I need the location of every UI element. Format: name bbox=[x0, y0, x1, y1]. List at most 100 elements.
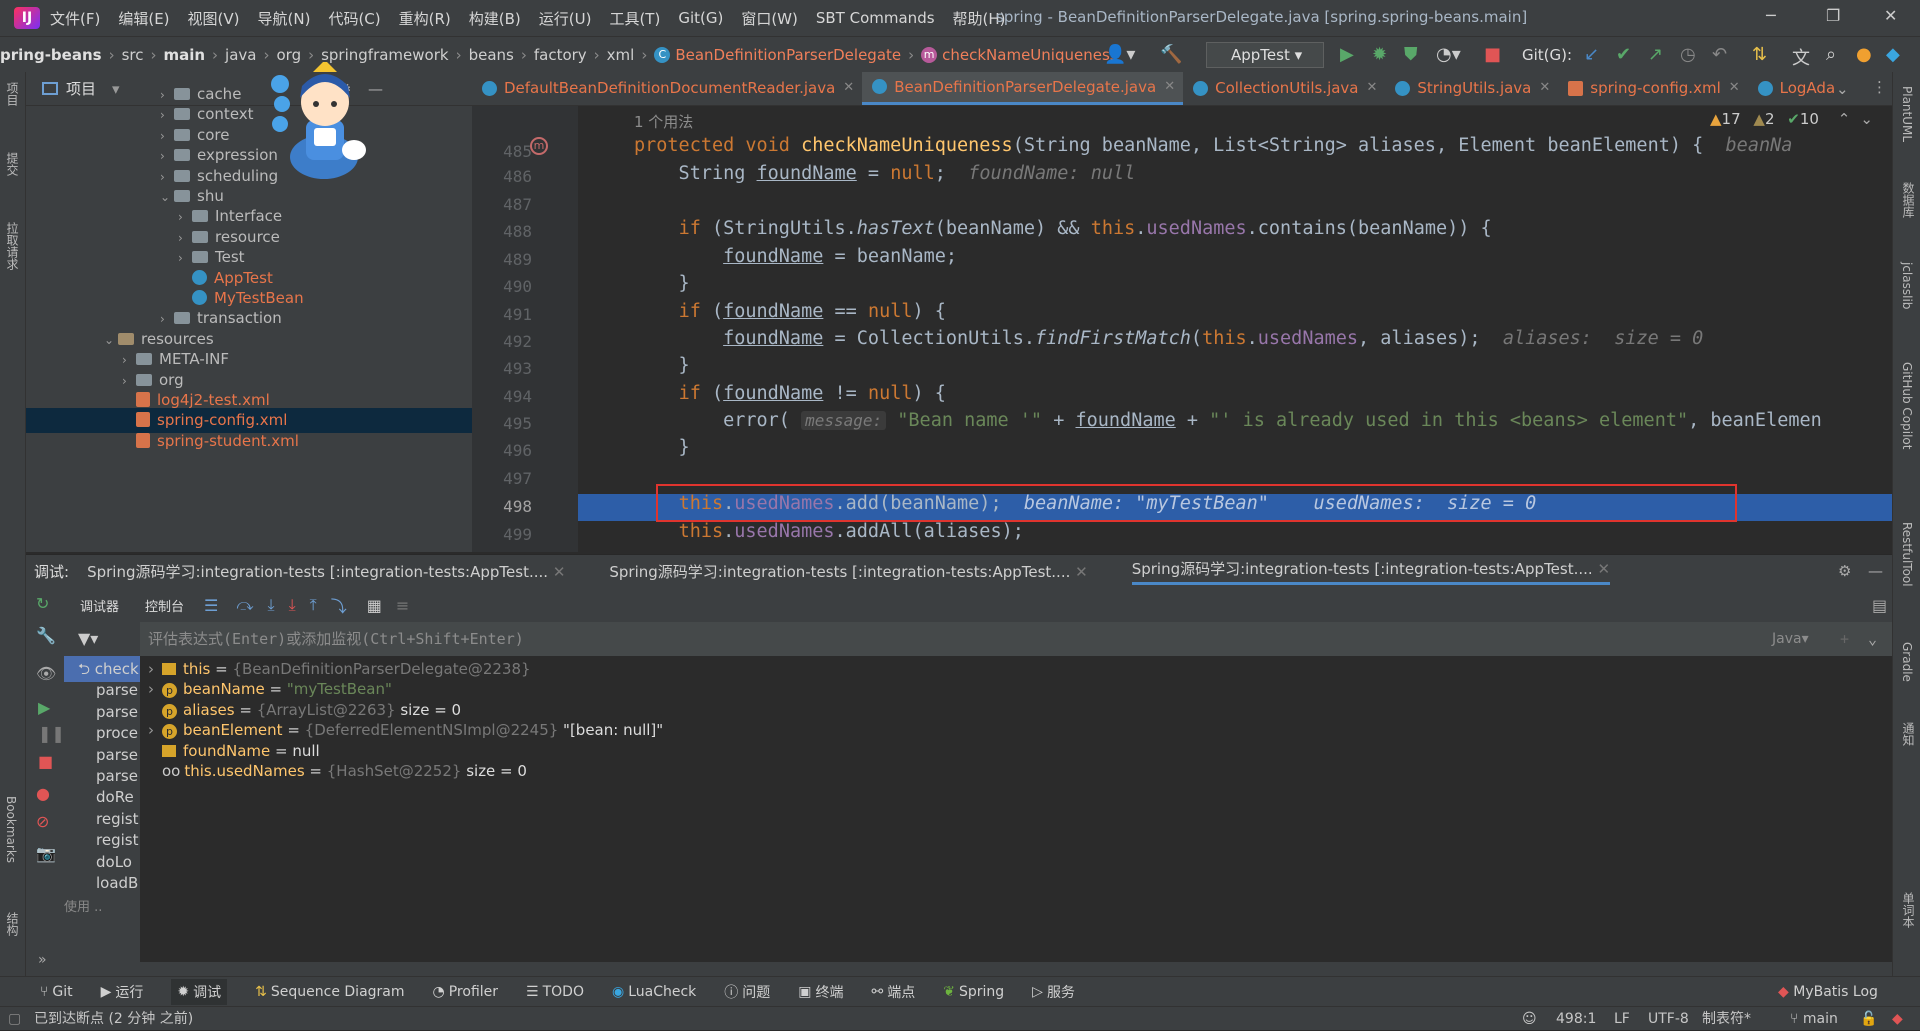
tool-debug[interactable]: ✹ 调试 bbox=[171, 978, 228, 1005]
line-number[interactable]: 487 bbox=[472, 195, 532, 214]
debug-settings-icon[interactable]: ⚙ bbox=[1838, 562, 1851, 580]
crumb-class[interactable]: BeanDefinitionParserDelegate bbox=[675, 46, 901, 64]
usages-hint[interactable]: 1 个用法 bbox=[634, 111, 693, 132]
wrench-icon[interactable]: 🔧 bbox=[36, 626, 56, 645]
view-breakpoints-icon[interactable]: ● bbox=[36, 784, 50, 803]
resume-icon[interactable]: ▶ bbox=[38, 698, 50, 717]
tree-row-spring-student-xml[interactable]: spring-student.xml bbox=[26, 429, 472, 454]
watch-eye-icon[interactable]: 👁 bbox=[36, 664, 56, 683]
debug-hide-icon[interactable]: — bbox=[1868, 562, 1883, 580]
tool-services[interactable]: ▷ 服务 bbox=[1032, 982, 1075, 1002]
line-number[interactable]: 493 bbox=[472, 359, 532, 378]
frames-menu-icon[interactable]: ☰ bbox=[204, 596, 218, 615]
menu-sbt[interactable]: SBT Commands bbox=[816, 9, 935, 27]
menu-navigate[interactable]: 导航(N) bbox=[258, 8, 311, 29]
tab-list-chevron-icon[interactable]: ⌄ bbox=[1836, 80, 1849, 98]
close-tab-icon[interactable]: ✕ bbox=[1539, 72, 1550, 105]
toolbox-icon[interactable]: ◆ bbox=[1886, 44, 1900, 65]
caret-position[interactable]: 498:1 bbox=[1556, 1007, 1596, 1031]
run-icon[interactable]: ▶ bbox=[1340, 44, 1354, 65]
crumb-springframework[interactable]: springframework bbox=[321, 46, 448, 64]
line-number[interactable]: 488 bbox=[472, 222, 532, 241]
line-number[interactable]: 486 bbox=[472, 167, 532, 186]
menu-tools[interactable]: 工具(T) bbox=[609, 8, 660, 29]
tab-bean-definition-parser-delegate[interactable]: BeanDefinitionParserDelegate.java ✕ bbox=[862, 72, 1184, 105]
crumb-factory[interactable]: factory bbox=[534, 46, 587, 64]
git-push-icon[interactable]: ↗ bbox=[1648, 44, 1663, 65]
crumb-method[interactable]: checkNameUniqueness bbox=[942, 46, 1117, 64]
rerun-icon[interactable]: ↻ bbox=[36, 594, 49, 613]
copilot-status-icon[interactable]: ☺ bbox=[1522, 1007, 1537, 1031]
line-number[interactable]: 496 bbox=[472, 441, 532, 460]
menu-view[interactable]: 视图(V) bbox=[188, 8, 240, 29]
commit-tool-label[interactable]: 提交 bbox=[4, 152, 21, 176]
camera-icon[interactable]: 📷 bbox=[36, 844, 56, 863]
crumb-org[interactable]: org bbox=[276, 46, 301, 64]
mute-breakpoints-icon[interactable]: ⊘ bbox=[36, 812, 49, 831]
lock-icon[interactable]: 🔓 bbox=[1860, 1007, 1877, 1031]
menu-git[interactable]: Git(G) bbox=[678, 9, 723, 27]
menu-build[interactable]: 构建(B) bbox=[469, 8, 521, 29]
line-number[interactable]: 492 bbox=[472, 332, 532, 351]
crumb-beans[interactable]: beans bbox=[469, 46, 514, 64]
indent-setting[interactable]: 制表符* bbox=[1702, 1007, 1751, 1031]
override-marker-icon[interactable]: m bbox=[530, 137, 548, 155]
language-select[interactable]: Java▾ bbox=[1772, 622, 1809, 656]
git-history-icon[interactable]: ◷ bbox=[1680, 44, 1696, 65]
variable-row[interactable]: oo this.usedNames = {HashSet@2252} size =… bbox=[140, 758, 527, 784]
crumb-java[interactable]: java bbox=[225, 46, 256, 64]
debug-bug-icon[interactable]: ✹ bbox=[1372, 44, 1387, 65]
menu-window[interactable]: 窗口(W) bbox=[741, 8, 798, 29]
tab-log-adapter[interactable]: LogAda bbox=[1748, 72, 1844, 105]
status-toggle-icon[interactable]: ▢ bbox=[8, 1007, 21, 1031]
copilot-tool-label[interactable]: GitHub Copilot bbox=[1900, 362, 1914, 449]
tool-sequence-diagram[interactable]: ⇅ Sequence Diagram bbox=[255, 984, 404, 1000]
close-icon[interactable]: ✕ bbox=[1884, 6, 1897, 25]
frames-more-link[interactable]: 使用 .. bbox=[64, 895, 140, 921]
bookmarks-tool-label[interactable]: Bookmarks bbox=[4, 796, 18, 863]
force-step-into-icon[interactable]: ⤓ bbox=[289, 595, 296, 615]
git-branch[interactable]: ⑂ main bbox=[1790, 1007, 1838, 1031]
line-number[interactable]: 497 bbox=[472, 469, 532, 488]
trace-icon[interactable]: ≡ bbox=[396, 596, 409, 615]
tool-spring[interactable]: ❦ Spring bbox=[943, 984, 1004, 1000]
step-over-icon[interactable]: ⤼ bbox=[236, 595, 253, 615]
minimize-icon[interactable]: ─ bbox=[1766, 6, 1776, 25]
crumb-xml[interactable]: xml bbox=[607, 46, 635, 64]
wordbook-tool-label[interactable]: 单词本 bbox=[1900, 892, 1917, 928]
project-tool-label[interactable]: 项目 bbox=[4, 82, 21, 106]
tool-problems[interactable]: ⓘ 问题 bbox=[724, 982, 770, 1002]
tool-terminal[interactable]: ▣ 终端 bbox=[798, 982, 843, 1002]
pause-icon[interactable]: ❚❚ bbox=[38, 724, 65, 743]
crumb-main[interactable]: main bbox=[163, 46, 205, 64]
line-number[interactable]: 489 bbox=[472, 250, 532, 269]
structure-tool-label[interactable]: 结构 bbox=[4, 912, 21, 936]
debug-session-tab-1[interactable]: Spring源码学习:integration-tests [:integrati… bbox=[87, 561, 565, 582]
close-tab-icon[interactable]: ✕ bbox=[1729, 72, 1740, 105]
line-number[interactable]: 498 bbox=[472, 497, 532, 516]
tool-todo[interactable]: ☰ TODO bbox=[526, 984, 584, 1000]
restore-icon[interactable]: ❐ bbox=[1826, 6, 1840, 25]
line-number[interactable]: 485 bbox=[472, 142, 532, 161]
line-separator[interactable]: LF bbox=[1614, 1007, 1630, 1031]
git-update-icon[interactable]: ↙ bbox=[1584, 44, 1599, 65]
menu-run[interactable]: 运行(U) bbox=[539, 8, 592, 29]
menu-file[interactable]: 文件(F) bbox=[50, 8, 100, 29]
close-tab-icon[interactable]: ✕ bbox=[843, 72, 854, 105]
line-number[interactable]: 490 bbox=[472, 277, 532, 296]
close-tab-icon[interactable]: ✕ bbox=[1164, 72, 1175, 104]
stop-icon[interactable]: ■ bbox=[1484, 44, 1501, 65]
restful-tool-label[interactable]: RestfulTool bbox=[1900, 522, 1914, 587]
tool-profiler[interactable]: ◔ Profiler bbox=[433, 984, 499, 1000]
update-icon[interactable]: ● bbox=[1856, 44, 1872, 65]
tool-endpoints[interactable]: ⚯ 端点 bbox=[872, 982, 916, 1002]
git-rollback-icon[interactable]: ↶ bbox=[1712, 44, 1727, 65]
tab-console[interactable]: 控制台 bbox=[145, 596, 184, 615]
tab-debugger[interactable]: 调试器 bbox=[80, 596, 119, 615]
git-commit-icon[interactable]: ✔ bbox=[1616, 44, 1631, 65]
line-number[interactable]: 494 bbox=[472, 387, 532, 406]
stack-frame[interactable]: loadB bbox=[64, 870, 140, 896]
crumb-src[interactable]: src bbox=[122, 46, 144, 64]
stop-debug-icon[interactable]: ■ bbox=[38, 752, 53, 771]
database-tool-label[interactable]: 数据库 bbox=[1900, 182, 1917, 218]
